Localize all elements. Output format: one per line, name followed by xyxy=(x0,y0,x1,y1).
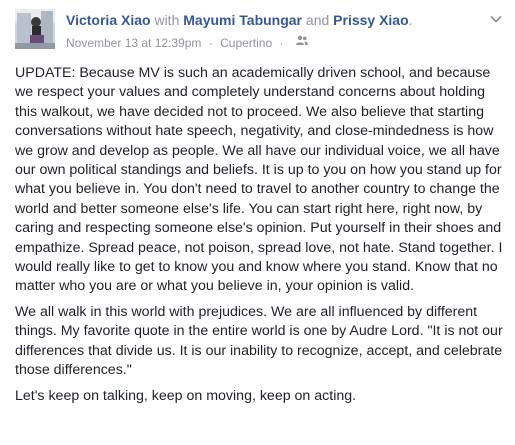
meta-separator-2: · xyxy=(279,35,284,50)
author-line: Victoria Xiao with Mayumi Tabungar and P… xyxy=(66,11,413,29)
post-header: Victoria Xiao with Mayumi Tabungar and P… xyxy=(0,0,515,62)
location-link[interactable]: Cupertino xyxy=(220,36,272,50)
profile-photo xyxy=(15,9,55,49)
post-meta: November 13 at 12:39pm · Cupertino · xyxy=(66,34,308,51)
timestamp-link[interactable]: November 13 at 12:39pm xyxy=(66,36,201,50)
chevron-down-icon[interactable] xyxy=(488,11,504,27)
post-card: Victoria Xiao with Mayumi Tabungar and P… xyxy=(0,0,515,445)
post-body: UPDATE: Because MV is such an academical… xyxy=(15,64,505,412)
and-text: and xyxy=(305,12,330,28)
period-text: . xyxy=(408,12,413,28)
post-paragraph: Let's keep on talking, keep on moving, k… xyxy=(15,387,357,404)
post-paragraph: UPDATE: Because MV is such an academical… xyxy=(15,65,503,295)
tagged-friend-link-2[interactable]: Prissy Xiao xyxy=(333,12,409,28)
author-name-link[interactable]: Victoria Xiao xyxy=(66,12,151,28)
post-paragraph: We all walk in this world with prejudice… xyxy=(15,303,503,379)
avatar[interactable] xyxy=(15,9,55,49)
meta-separator: · xyxy=(208,35,213,50)
friends-icon[interactable] xyxy=(295,34,308,50)
tagged-friend-link-1[interactable]: Mayumi Tabungar xyxy=(183,12,302,28)
with-text: with xyxy=(154,12,180,28)
